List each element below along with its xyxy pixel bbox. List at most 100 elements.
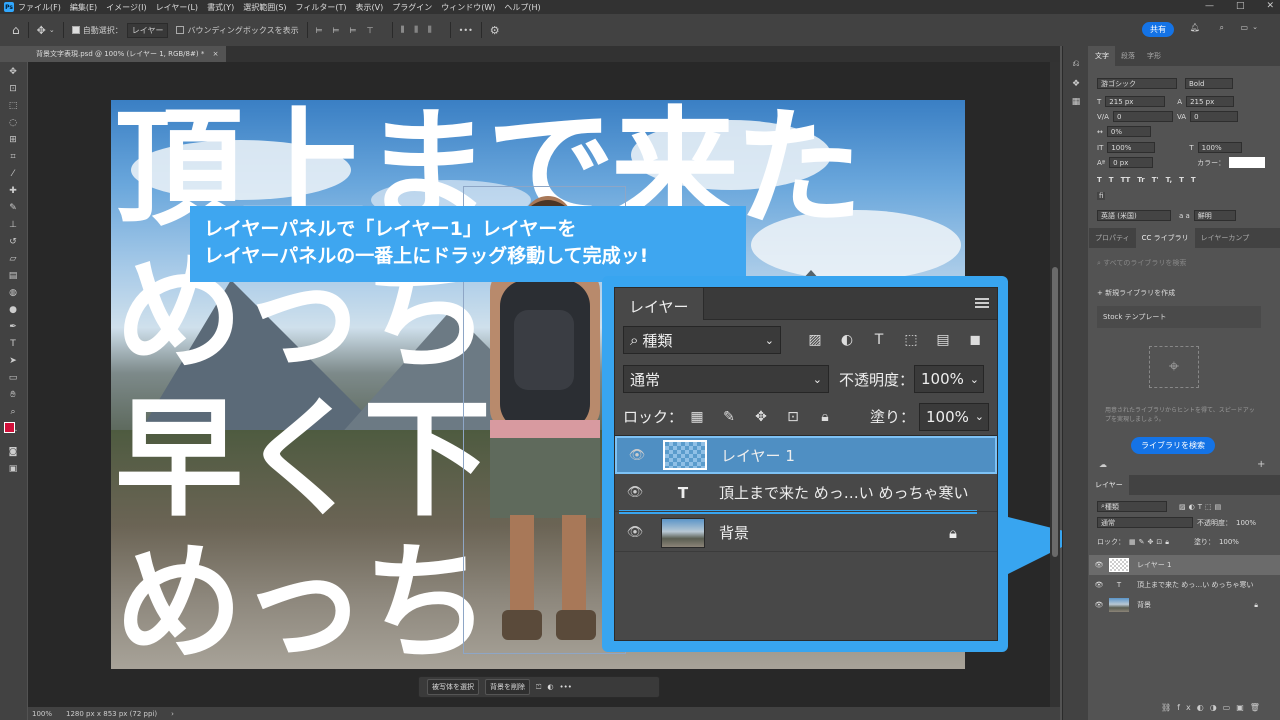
eyedropper-icon[interactable]: ⁄ (6, 168, 20, 180)
underline-button[interactable]: T (1179, 176, 1184, 184)
eye-icon[interactable]: 👁︎ (1089, 561, 1109, 569)
layer-row-text[interactable]: 👁︎ T 頂上まで来た めっ…い めっちゃ寒い (1089, 575, 1280, 595)
zoom-tool-icon[interactable]: ⌕ (6, 406, 20, 418)
layers-blend-select[interactable]: 通常 (1097, 517, 1193, 528)
tab-layer-comps[interactable]: レイヤーカンプ (1195, 233, 1256, 243)
leading-input[interactable]: 215 px (1186, 96, 1235, 107)
lock-image-icon[interactable]: ✎ (721, 409, 737, 425)
gradient-icon[interactable]: ▤ (6, 270, 20, 282)
tab-character[interactable]: 文字 (1089, 46, 1115, 66)
share-button[interactable]: 共有 (1142, 22, 1174, 37)
distribute-icon[interactable]: ⫼ (428, 25, 432, 35)
history-icon[interactable]: ⎌ (1069, 58, 1083, 70)
eye-icon[interactable]: 👁︎ (1089, 581, 1109, 589)
blend-mode-select[interactable]: 通常 ⌄ (623, 365, 829, 393)
menu-select[interactable]: 選択範囲(S) (243, 2, 286, 13)
library-search-input[interactable]: ⌕ すべてのライブラリを検索 (1097, 258, 1186, 268)
tab-paragraph[interactable]: 段落 (1115, 51, 1141, 61)
hand-tool-icon[interactable]: ✋︎ (6, 389, 20, 401)
align-top-icon[interactable]: ⊤ (367, 26, 374, 35)
eye-icon[interactable]: 👁︎ (617, 448, 657, 463)
menu-edit[interactable]: 編集(E) (70, 2, 97, 13)
pen-tool-icon[interactable]: ✒ (6, 321, 20, 333)
layers-footer-icons[interactable]: ⛓fx◐◑▭▣🗑︎ (1161, 703, 1266, 712)
bell-icon[interactable]: 🔔︎ (1190, 23, 1200, 32)
swatches-icon[interactable]: ▦ (1069, 96, 1083, 108)
lock-artboard-icon[interactable]: ⊡ (785, 409, 801, 425)
filter-toggle-icon[interactable]: ◼ (967, 332, 983, 348)
close-tab-icon[interactable]: × (213, 50, 219, 58)
more-options-button[interactable]: ••• (459, 26, 473, 35)
superscript-button[interactable]: T' (1152, 176, 1159, 184)
type-tool-icon[interactable]: T (6, 338, 20, 350)
auto-select-checkbox[interactable] (71, 26, 80, 34)
layers-opacity-value[interactable]: 100% (1236, 519, 1256, 527)
layers-lock-icons[interactable]: ▦✎✥⊡🔒︎ (1129, 538, 1172, 547)
layers-fill-value[interactable]: 100% (1219, 538, 1239, 546)
pixel-filter-icon[interactable]: ▨ (807, 332, 823, 348)
healing-brush-icon[interactable]: ✚ (6, 185, 20, 197)
ligature-button[interactable]: ﬁ (1097, 192, 1106, 200)
tab-layers[interactable]: レイヤー (615, 288, 704, 320)
maximize-button[interactable]: □ (1236, 1, 1245, 11)
subscript-button[interactable]: T, (1166, 176, 1172, 184)
browse-libraries-button[interactable]: ライブラリを検索 (1131, 437, 1215, 454)
menu-file[interactable]: ファイル(F) (18, 2, 61, 13)
antialias-select[interactable]: 鮮明 (1193, 210, 1236, 221)
gear-icon[interactable]: ⚙ (490, 24, 500, 37)
history-brush-icon[interactable]: ↺ (6, 236, 20, 248)
language-select[interactable]: 英語 (米国) (1097, 210, 1171, 221)
font-size-input[interactable]: 215 px (1105, 96, 1166, 107)
create-library-button[interactable]: + 新規ライブラリを作成 (1097, 288, 1175, 298)
text-color-swatch[interactable] (1229, 157, 1266, 168)
quick-mask-icon[interactable]: ◙ (6, 446, 20, 458)
brush-tool-icon[interactable]: ✎ (6, 202, 20, 214)
screen-mode-icon[interactable]: ▣ (6, 463, 20, 475)
layer-row-background[interactable]: 👁︎ 背景 🔒︎ (615, 514, 997, 552)
opacity-input[interactable]: 100% ⌄ (914, 365, 985, 393)
add-icon[interactable]: + (1257, 459, 1265, 470)
baseline-input[interactable]: 0 px (1109, 157, 1154, 168)
distribute-icon[interactable]: ⫼ (414, 25, 418, 35)
align-left-icon[interactable]: ⊨ (316, 26, 323, 35)
dodge-tool-icon[interactable]: ● (6, 304, 20, 316)
status-menu-arrow[interactable]: › (171, 710, 174, 718)
layer-row-layer1[interactable]: 👁︎ レイヤー 1 (1089, 555, 1280, 575)
eye-icon[interactable]: 👁︎ (615, 485, 655, 500)
minimize-button[interactable]: — (1205, 1, 1214, 11)
menu-help[interactable]: ヘルプ(H) (504, 2, 540, 13)
select-subject-button[interactable]: 被写体を選択 (427, 679, 479, 695)
zoom-level[interactable]: 100% (32, 710, 52, 718)
font-style-select[interactable]: Bold (1185, 78, 1233, 89)
eye-icon[interactable]: 👁︎ (1089, 601, 1109, 609)
tracking-input[interactable]: 0 (1190, 111, 1239, 122)
artboard-tool-icon[interactable]: ⊡ (6, 83, 20, 95)
type-filter-icon[interactable]: T (871, 332, 887, 348)
panel-menu-icon[interactable] (975, 298, 989, 308)
mask-icon[interactable]: ⏍ (536, 683, 541, 692)
vertical-scale-input[interactable]: 100% (1107, 142, 1156, 153)
eraser-icon[interactable]: ▱ (6, 253, 20, 265)
search-icon[interactable]: ⌕ (1220, 23, 1224, 33)
menu-layer[interactable]: レイヤー(L) (156, 2, 198, 13)
scroll-thumb[interactable] (1052, 267, 1058, 557)
lock-all-icon[interactable]: 🔒︎ (817, 409, 833, 425)
object-select-icon[interactable]: ⊞ (6, 134, 20, 146)
auto-select-dropdown[interactable]: レイヤー (126, 22, 169, 38)
menu-plugins[interactable]: プラグイン (392, 2, 432, 13)
foreground-color-swatch[interactable] (4, 422, 15, 433)
kerning-input[interactable]: 0 (1112, 111, 1173, 122)
layer-row-text[interactable]: 👁︎ T 頂上まで来た めっ…い めっちゃ寒い (615, 474, 997, 512)
strikethrough-button[interactable]: T (1191, 176, 1196, 184)
blur-tool-icon[interactable]: ◍ (6, 287, 20, 299)
smart-object-filter-icon[interactable]: ▤ (935, 332, 951, 348)
faux-italic-button[interactable]: T (1109, 176, 1114, 184)
tab-cc-libraries[interactable]: CC ライブラリ (1135, 228, 1195, 248)
layer-row-layer1[interactable]: 👁︎ レイヤー 1 (615, 436, 997, 474)
lock-transparency-icon[interactable]: ▦ (689, 409, 705, 425)
layers-filter-icons[interactable]: ▨◐T⬚▤ (1179, 503, 1224, 511)
faux-bold-button[interactable]: T (1097, 176, 1102, 184)
marquee-tool-icon[interactable]: ⬚ (6, 100, 20, 112)
lock-position-icon[interactable]: ✥ (753, 409, 769, 425)
menu-window[interactable]: ウィンドウ(W) (441, 2, 495, 13)
